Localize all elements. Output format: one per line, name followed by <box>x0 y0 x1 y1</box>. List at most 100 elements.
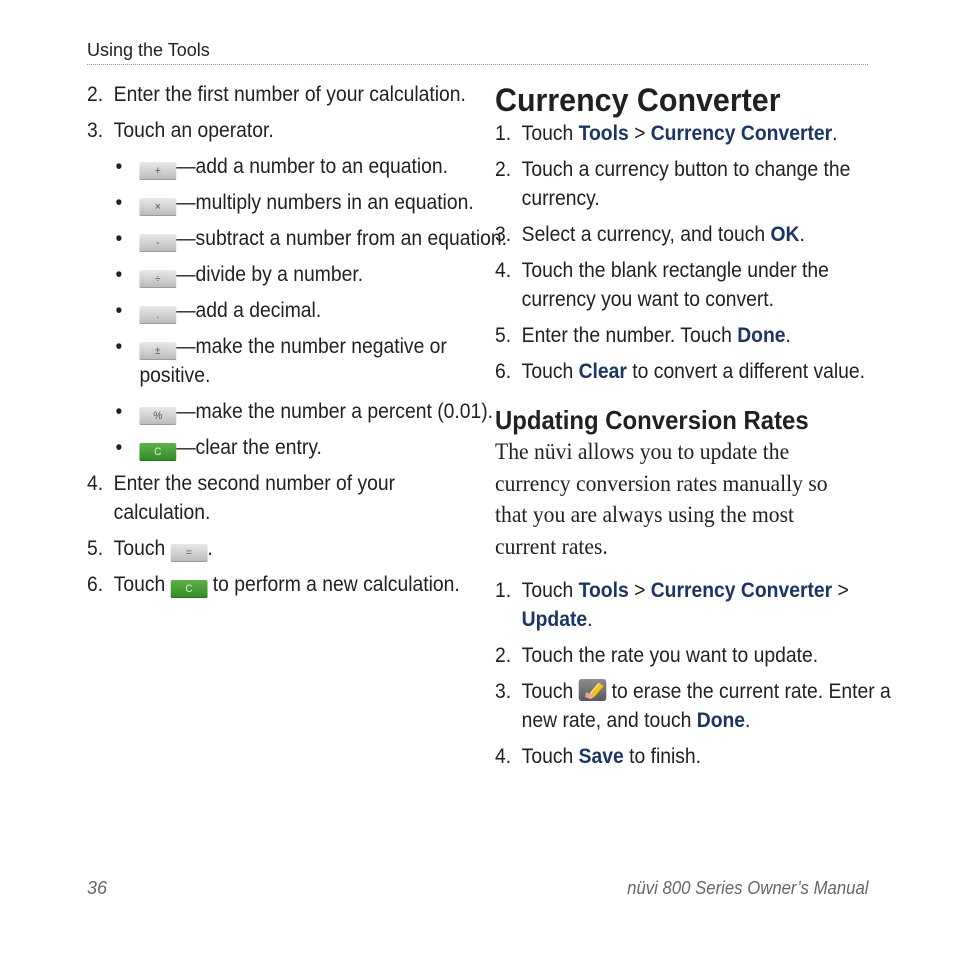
right-column: Currency Converter 1. Touch Tools > Curr… <box>495 80 891 778</box>
clear-key: C <box>139 443 177 461</box>
step-text: Touch a currency button to change the cu… <box>521 158 851 210</box>
step-number: 4. <box>87 472 104 495</box>
subsection-title: Updating Conversion Rates <box>495 405 809 435</box>
intro-paragraph: The nüvi allows you to update the curren… <box>495 439 828 559</box>
done-button-ref: Done <box>696 709 746 732</box>
step-text: Select a currency, and touch <box>521 223 771 246</box>
step-open-update: 1. Touch Tools > Currency Converter > Up… <box>495 576 899 634</box>
section-header: Using the Tools <box>87 40 210 60</box>
step-number: 2. <box>87 83 104 106</box>
currency-converter-ref: Currency Converter <box>650 579 833 602</box>
step-number: 3. <box>495 223 512 246</box>
operator-desc: —clear the entry. <box>176 436 322 459</box>
bullet-dot: • <box>115 191 123 214</box>
operator-item: • ÷ —divide by a number. <box>87 260 517 289</box>
step-clear: 6. Touch Clear to convert a different va… <box>495 357 899 386</box>
bullet-dot: • <box>115 155 123 178</box>
operator-item: • × —multiply numbers in an equation. <box>87 188 517 217</box>
update-button-ref: Update <box>521 608 588 631</box>
bullet-dot: • <box>115 400 123 423</box>
step-enter-number: 5. Enter the number. Touch Done. <box>495 321 899 350</box>
left-column: 2. Enter the first number of your calcul… <box>87 80 507 606</box>
step-number: 5. <box>87 537 104 560</box>
step-text: . <box>799 223 805 246</box>
operator-item: • C —clear the entry. <box>87 433 517 462</box>
header-divider <box>87 64 868 65</box>
operator-item: • + —add a number to an equation. <box>87 152 517 181</box>
operator-item: • ± —make the number negative or positive… <box>87 332 517 390</box>
step-text: Touch <box>113 537 171 560</box>
tools-menu-ref: Tools <box>578 579 629 602</box>
step-touch-clear: 6. Touch C to perform a new calculation. <box>87 570 491 599</box>
clear-key: C <box>170 580 208 598</box>
divide-key: ÷ <box>139 270 177 288</box>
operator-desc: —add a number to an equation. <box>176 155 448 178</box>
step-number: 6. <box>87 573 104 596</box>
plus-key: + <box>139 162 177 180</box>
decimal-key: . <box>139 306 177 324</box>
step-text: Touch <box>521 579 579 602</box>
step-text: Touch <box>521 360 579 383</box>
step-number: 1. <box>495 579 512 602</box>
step-text: Touch <box>113 573 171 596</box>
step-number: 2. <box>495 644 512 667</box>
step-text: Enter the second number of your calculat… <box>113 472 396 524</box>
operator-desc: —multiply numbers in an equation. <box>176 191 474 214</box>
step-open-converter: 1. Touch Tools > Currency Converter. <box>495 119 899 148</box>
section-title: Currency Converter <box>495 82 781 118</box>
step-touch-equals: 5. Touch =. <box>87 534 491 563</box>
manual-title: nüvi 800 Series Owner’s Manual <box>626 878 868 898</box>
eraser-icon <box>578 679 607 701</box>
step-number: 4. <box>495 259 512 282</box>
minus-key: - <box>139 234 177 252</box>
step-text: Touch the rate you want to update. <box>521 644 819 667</box>
step-touch-rectangle: 4. Touch the blank rectangle under the c… <box>495 256 899 314</box>
step-number: 4. <box>495 745 512 768</box>
operator-desc: —add a decimal. <box>176 299 322 322</box>
step-touch-rate: 2. Touch the rate you want to update. <box>495 641 899 670</box>
step-text: . <box>745 709 751 732</box>
step-text: to convert a different value. <box>626 360 866 383</box>
step-change-currency: 2. Touch a currency button to change the… <box>495 155 899 213</box>
step-number: 6. <box>495 360 512 383</box>
save-button-ref: Save <box>578 745 624 768</box>
operator-desc: —make the number negative or positive. <box>139 335 447 387</box>
equals-key: = <box>170 544 208 562</box>
step-number: 2. <box>495 158 512 181</box>
clear-button-ref: Clear <box>578 360 627 383</box>
step-text: . <box>785 324 791 347</box>
step-text: Touch an operator. <box>113 119 274 142</box>
step-text: to finish. <box>623 745 702 768</box>
bullet-dot: • <box>115 299 123 322</box>
step-erase-rate: 3. Touch to erase the current rate. Ente… <box>495 677 899 735</box>
step-text: Enter the number. Touch <box>521 324 738 347</box>
step-enter-first-number: 2. Enter the first number of your calcul… <box>87 80 491 109</box>
step-enter-second-number: 4. Enter the second number of your calcu… <box>87 469 491 527</box>
bullet-dot: • <box>115 227 123 250</box>
bullet-dot: • <box>115 436 123 459</box>
step-number: 1. <box>495 122 512 145</box>
step-select-currency: 3. Select a currency, and touch OK. <box>495 220 899 249</box>
operator-item: • - —subtract a number from an equation. <box>87 224 517 253</box>
step-text: Touch <box>521 680 579 703</box>
step-save: 4. Touch Save to finish. <box>495 742 899 771</box>
operator-desc: —make the number a percent (0.01). <box>176 400 494 423</box>
step-number: 3. <box>87 119 104 142</box>
done-button-ref: Done <box>737 324 786 347</box>
page-number: 36 <box>87 878 108 898</box>
step-text: to perform a new calculation. <box>207 573 460 596</box>
operator-item: • % —make the number a percent (0.01). <box>87 397 517 426</box>
step-text: Touch <box>521 745 579 768</box>
step-text: . <box>207 537 213 560</box>
step-text: Touch <box>521 122 579 145</box>
step-text: Touch the blank rectangle under the curr… <box>521 259 829 311</box>
operator-desc: —divide by a number. <box>176 263 364 286</box>
plus-minus-key: ± <box>139 342 177 360</box>
path-separator: > <box>832 579 849 602</box>
step-text: Enter the first number of your calculati… <box>113 83 466 106</box>
step-touch-operator: 3. Touch an operator. <box>87 116 491 145</box>
path-separator: > <box>628 122 651 145</box>
path-separator: > <box>628 579 651 602</box>
operator-item: • . —add a decimal. <box>87 296 517 325</box>
step-number: 3. <box>495 680 512 703</box>
